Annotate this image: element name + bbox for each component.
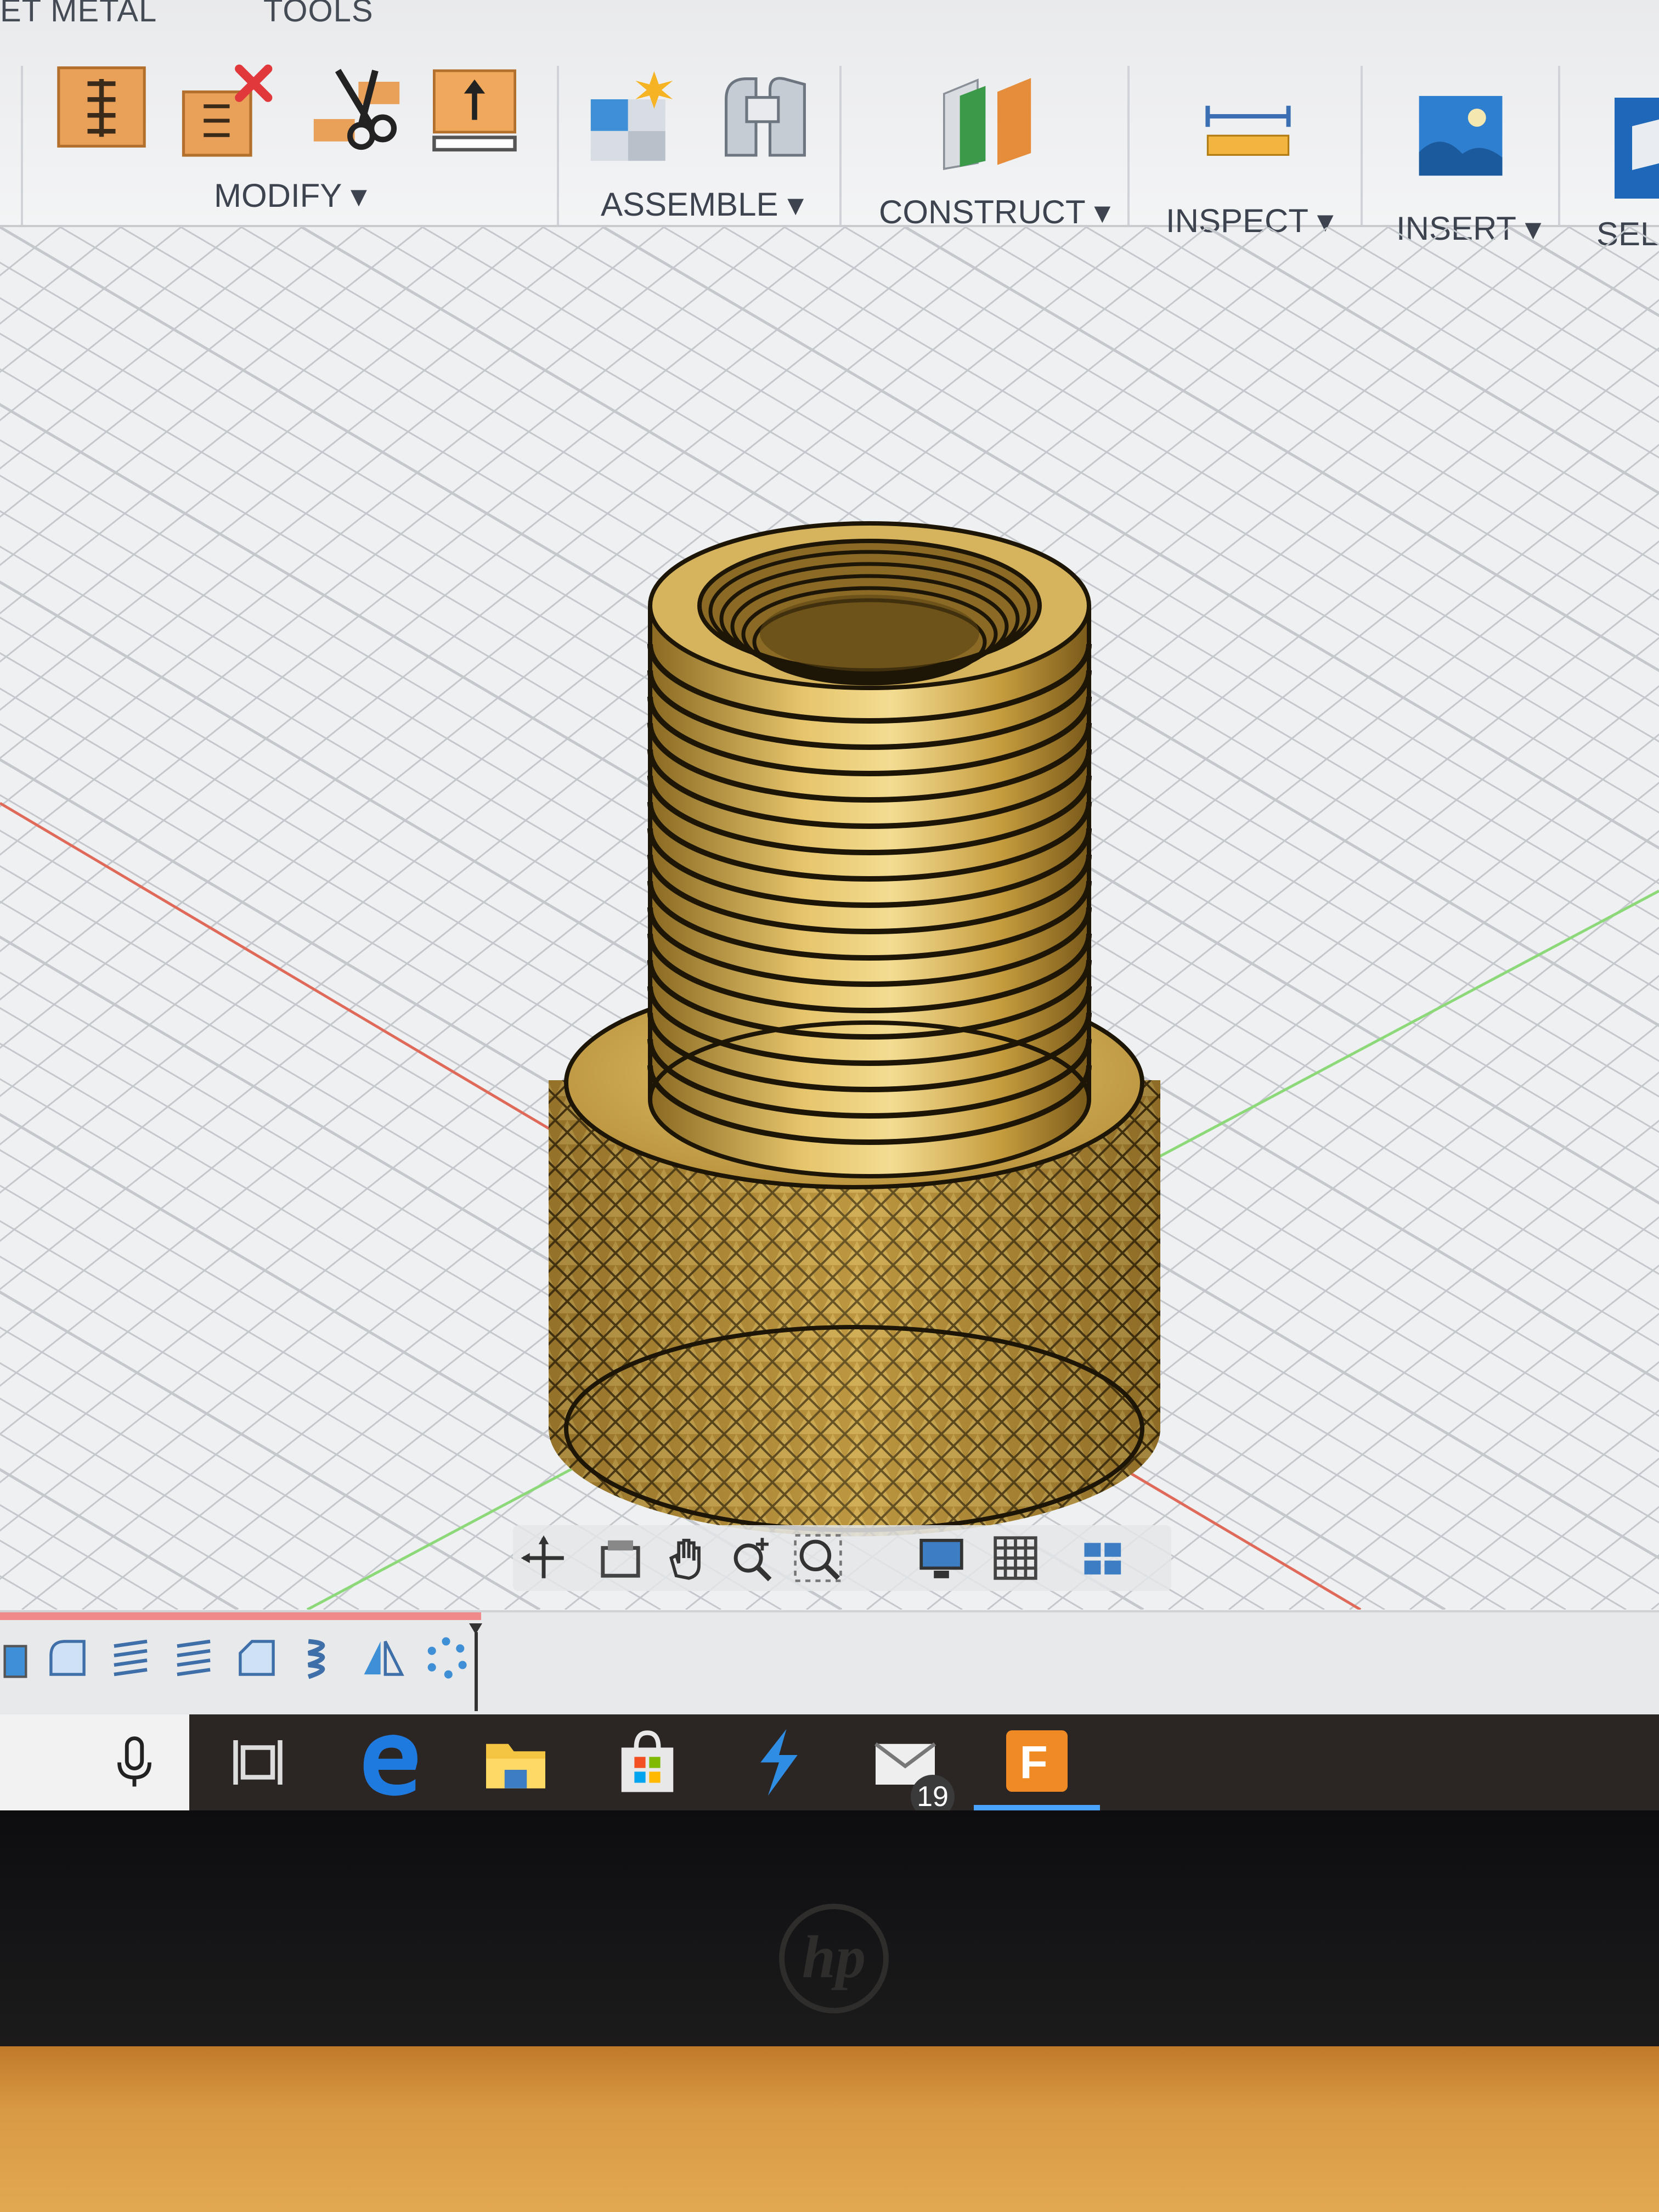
chamfer-icon[interactable] (233, 1634, 280, 1681)
grid-line (0, 227, 242, 421)
viewports-icon[interactable] (1078, 1533, 1128, 1583)
group-separator (1361, 66, 1363, 225)
desk-surface (0, 2046, 1659, 2212)
fusion-360-icon[interactable]: F (996, 1723, 1078, 1799)
modify-menu[interactable]: MODIFY ▾ (214, 177, 367, 215)
grid-line (1448, 227, 1659, 352)
grid-settings-icon[interactable] (990, 1533, 1041, 1583)
group-separator (1558, 66, 1560, 225)
grid-line (1289, 1312, 1659, 1610)
grid-line (0, 227, 423, 566)
grid-line (0, 1327, 480, 1610)
svg-text:F: F (1020, 1737, 1048, 1788)
joint-icon[interactable] (719, 69, 812, 167)
construct-menu[interactable]: CONSTRUCT ▾ (879, 193, 1110, 232)
edge-icon[interactable] (351, 1725, 428, 1799)
mirror-icon[interactable] (359, 1634, 407, 1681)
group-separator (21, 66, 23, 225)
tab-sheet-metal[interactable]: ET METAL (0, 0, 157, 29)
delete-icon[interactable] (178, 63, 277, 159)
design-timeline (0, 1610, 1659, 1717)
new-component-icon[interactable] (587, 69, 680, 167)
thread-icon[interactable] (107, 1634, 154, 1681)
select-icon[interactable] (1610, 91, 1659, 206)
grid-line (1228, 1264, 1659, 1610)
timeline-marker[interactable] (469, 1623, 482, 1711)
tab-tools[interactable]: TOOLS (263, 0, 374, 29)
grid-line (1086, 227, 1659, 565)
search-box[interactable] (0, 1714, 189, 1810)
grid-line (0, 227, 483, 614)
knurled-threaded-adapter-model[interactable] (549, 521, 1163, 1549)
coil-icon[interactable] (299, 1634, 346, 1681)
3d-viewport[interactable] (0, 227, 1659, 1610)
grid-line (0, 1397, 359, 1610)
toolbar-ribbon: ET METAL TOOLS MODIFY ▾ ASSEMBLE ▾ CONST… (0, 0, 1659, 252)
display-settings-icon[interactable] (916, 1533, 967, 1583)
grid-line (1629, 227, 1659, 246)
grid-line (1146, 227, 1659, 530)
insert-image-icon[interactable] (1415, 88, 1506, 184)
assemble-menu[interactable]: ASSEMBLE ▾ (601, 185, 804, 224)
grid-line (0, 227, 302, 470)
active-app-indicator (974, 1805, 1100, 1810)
pattern-icon[interactable] (422, 1634, 470, 1681)
grid-line (1168, 1216, 1659, 1610)
timeline-progress (0, 1612, 481, 1620)
zoom-icon[interactable] (727, 1533, 777, 1583)
group-separator (557, 66, 559, 225)
pan-icon[interactable] (661, 1533, 712, 1583)
measure-icon[interactable] (1204, 99, 1292, 165)
grid-line (1267, 227, 1659, 459)
press-pull-icon[interactable] (55, 60, 148, 154)
store-icon[interactable] (609, 1725, 686, 1799)
look-at-icon[interactable] (595, 1533, 646, 1583)
thread-icon[interactable] (170, 1634, 217, 1681)
hp-logo: hp (779, 1904, 889, 2013)
extrude-icon[interactable] (0, 1634, 47, 1681)
grid-line (0, 1468, 239, 1610)
windows-taskbar: F (0, 1714, 1659, 1810)
group-separator (1127, 66, 1130, 225)
grid-line (1409, 1409, 1659, 1610)
fit-icon[interactable] (793, 1533, 843, 1583)
task-view-icon[interactable] (219, 1725, 296, 1799)
orbit-icon[interactable] (518, 1533, 569, 1583)
file-explorer-icon[interactable] (477, 1725, 554, 1799)
offset-face-icon[interactable] (431, 60, 518, 162)
fillet-icon[interactable] (44, 1634, 91, 1681)
navigation-bar (513, 1525, 1171, 1591)
split-body-icon[interactable] (310, 63, 403, 156)
app-bolt-icon[interactable] (741, 1725, 817, 1799)
viewport-canvas[interactable] (0, 227, 1659, 1610)
grid-line (1568, 227, 1659, 281)
group-separator (839, 66, 842, 225)
offset-plane-icon[interactable] (938, 71, 1037, 176)
grid-line (1590, 1554, 1659, 1610)
laptop-screen: ET METAL TOOLS MODIFY ▾ ASSEMBLE ▾ CONST… (0, 0, 1659, 1810)
grid-line (0, 227, 604, 711)
microphone-icon[interactable] (104, 1731, 165, 1794)
